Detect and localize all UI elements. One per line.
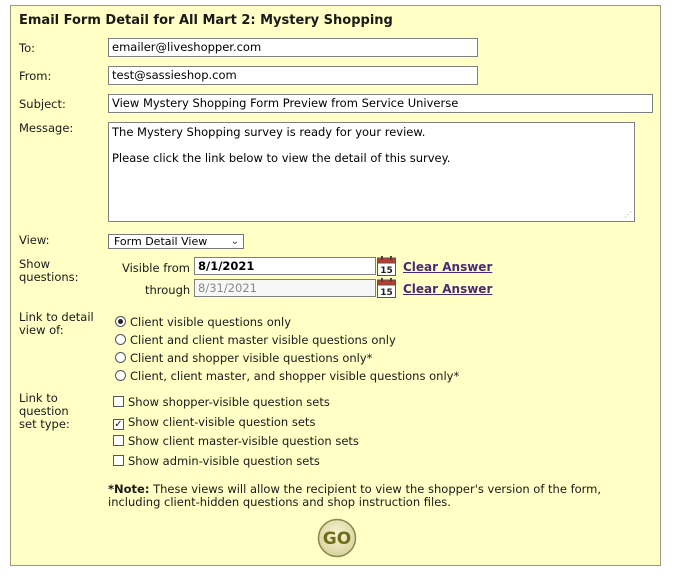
radio-selected[interactable] — [115, 316, 126, 327]
detail-option-label: Client and shopper visible questions onl… — [130, 351, 373, 365]
from-label: From: — [19, 69, 52, 83]
detail-option-1[interactable]: Client and client master visible questio… — [115, 333, 396, 347]
question-set-option-label: Show client master-visible question sets — [128, 434, 359, 448]
question-set-option-1[interactable]: ✓ Show client-visible question sets — [113, 415, 315, 430]
resize-grip-icon[interactable]: ⋰ — [624, 211, 632, 219]
page-title: Email Form Detail for All Mart 2: Myster… — [19, 13, 393, 28]
question-set-option-label: Show shopper-visible question sets — [128, 395, 330, 409]
chevron-down-icon: ⌄ — [230, 236, 239, 247]
visible-from-input[interactable]: 8/1/2021 — [194, 257, 376, 275]
question-set-option-3[interactable]: Show admin-visible question sets — [113, 454, 320, 468]
question-set-option-label: Show admin-visible question sets — [128, 454, 320, 468]
view-label: View: — [19, 233, 50, 247]
checkbox-unchecked[interactable] — [113, 435, 124, 446]
question-set-option-0[interactable]: Show shopper-visible question sets — [113, 395, 330, 409]
calendar-icon[interactable]: 15 — [377, 256, 396, 276]
show-questions-label-line2: questions: — [19, 270, 79, 284]
message-line-1: The Mystery Shopping survey is ready for… — [112, 125, 426, 139]
question-sets-label-line3: set type: — [19, 417, 70, 431]
question-set-option-2[interactable]: Show client master-visible question sets — [113, 434, 359, 448]
detail-option-label: Client visible questions only — [130, 315, 292, 329]
view-select[interactable]: Form Detail View ⌄ — [108, 234, 244, 249]
subject-input[interactable]: View Mystery Shopping Form Preview from … — [108, 94, 653, 113]
question-sets-label-line1: Link to — [19, 391, 58, 405]
clear-answer-from-link[interactable]: Clear Answer — [403, 260, 492, 274]
calendar-day-label: 15 — [380, 288, 393, 298]
link-detail-label-line2: view of: — [19, 323, 64, 337]
detail-option-0[interactable]: Client visible questions only — [115, 315, 291, 329]
message-label: Message: — [19, 121, 74, 135]
through-input[interactable]: 8/31/2021 — [194, 279, 376, 297]
detail-option-label: Client and client master visible questio… — [130, 333, 396, 347]
checkbox-unchecked[interactable] — [113, 396, 124, 407]
clear-answer-through-link[interactable]: Clear Answer — [403, 282, 492, 296]
message-line-2: Please click the link below to view the … — [112, 151, 451, 165]
go-button[interactable]: GO — [317, 518, 357, 558]
link-detail-label: Link to detail view of: — [19, 311, 94, 337]
email-form-panel: Email Form Detail for All Mart 2: Myster… — [10, 5, 661, 566]
show-questions-label-line1: Show — [19, 257, 51, 271]
show-questions-label: Show questions: — [19, 258, 79, 284]
calendar-day-label: 15 — [380, 266, 393, 276]
link-detail-label-line1: Link to detail — [19, 310, 94, 324]
note-prefix: *Note: — [108, 482, 150, 496]
detail-option-2[interactable]: Client and shopper visible questions onl… — [115, 351, 372, 365]
visible-from-label: Visible from — [122, 261, 190, 275]
question-set-option-label: Show client-visible question sets — [128, 415, 316, 429]
note-text: *Note: These views will allow the recipi… — [108, 483, 653, 509]
subject-label: Subject: — [19, 97, 66, 111]
question-sets-label-line2: question — [19, 404, 69, 418]
radio-unselected[interactable] — [115, 370, 126, 381]
radio-unselected[interactable] — [115, 334, 126, 345]
radio-unselected[interactable] — [115, 352, 126, 363]
note-body: These views will allow the recipient to … — [108, 482, 602, 509]
link-question-sets-label: Link to question set type: — [19, 392, 70, 431]
go-button-label: GO — [323, 529, 351, 549]
checkbox-unchecked[interactable] — [113, 455, 124, 466]
view-select-value: Form Detail View — [114, 235, 208, 248]
through-label: through — [145, 283, 191, 297]
detail-option-3[interactable]: Client, client master, and shopper visib… — [115, 369, 459, 383]
calendar-icon[interactable]: 15 — [377, 278, 396, 298]
to-input[interactable]: emailer@liveshopper.com — [108, 38, 478, 57]
detail-option-label: Client, client master, and shopper visib… — [130, 369, 460, 383]
to-label: To: — [19, 41, 35, 55]
message-textarea[interactable]: The Mystery Shopping survey is ready for… — [108, 122, 635, 222]
from-input[interactable]: test@sassieshop.com — [108, 66, 478, 85]
checkbox-checked[interactable]: ✓ — [113, 419, 124, 430]
